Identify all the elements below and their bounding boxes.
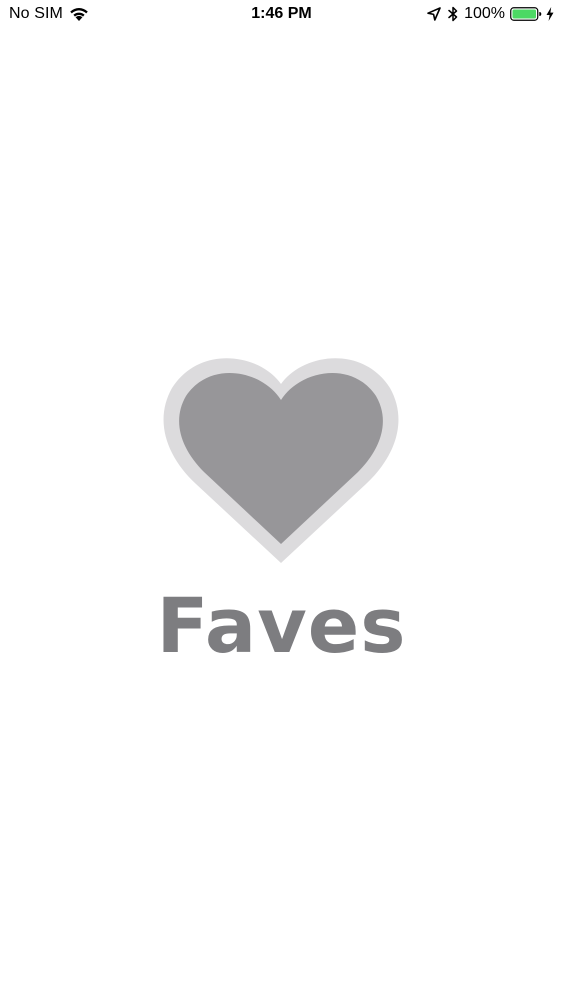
bluetooth-icon <box>448 6 458 22</box>
charging-bolt-icon <box>546 7 554 21</box>
battery-icon <box>510 6 542 22</box>
location-arrow-icon <box>427 7 441 21</box>
app-title: Faves <box>156 581 407 670</box>
status-right: 100% <box>427 5 554 23</box>
battery-percentage: 100% <box>464 5 505 22</box>
heart-icon <box>162 348 402 568</box>
status-bar: No SIM 1:46 PM 100% <box>0 0 563 30</box>
